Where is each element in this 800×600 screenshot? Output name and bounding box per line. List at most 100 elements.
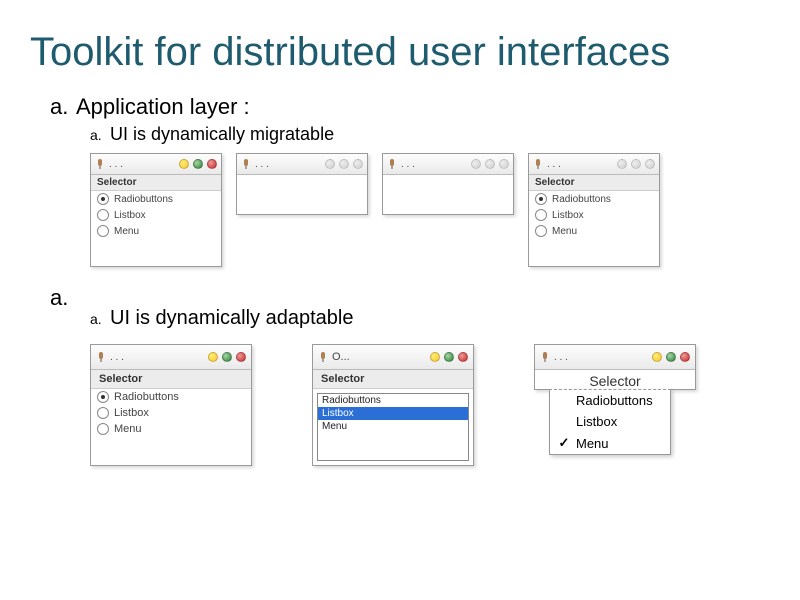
titlebar: . . .	[91, 345, 251, 370]
traffic-light-disabled	[353, 159, 363, 169]
menu-item-label: Menu	[576, 436, 609, 451]
panel-adapt-listbox: O... Selector Radiobuttons Listbox Menu	[312, 344, 474, 466]
radio-label: Listbox	[552, 210, 584, 221]
radio-icon	[535, 193, 547, 205]
titlebar: O...	[313, 345, 473, 370]
traffic-light-disabled	[645, 159, 655, 169]
traffic-light-disabled	[325, 159, 335, 169]
traffic-light-green	[666, 352, 676, 362]
panel-adapt-radiobuttons: . . . Selector Radiobuttons Listbox Menu	[90, 344, 252, 466]
radio-row-radiobuttons[interactable]: Radiobuttons	[91, 191, 221, 207]
panel-selector-target: . . . Selector Radiobuttons Listbox Menu	[528, 153, 660, 267]
menu-item-radiobuttons[interactable]: Radiobuttons	[550, 390, 670, 411]
sub-marker-a: a.	[90, 127, 110, 143]
titlebar-dots: . . .	[547, 159, 613, 170]
radio-label: Listbox	[114, 407, 149, 419]
traffic-light-green	[222, 352, 232, 362]
radio-label: Radiobuttons	[114, 391, 179, 403]
listbox-option-radiobuttons[interactable]: Radiobuttons	[318, 394, 468, 407]
radio-row-menu[interactable]: Menu	[529, 223, 659, 239]
titlebar: . . .	[91, 154, 221, 175]
titlebar-dots: . . .	[109, 159, 175, 170]
traffic-light-disabled	[617, 159, 627, 169]
titlebar: . . .	[383, 154, 513, 175]
radio-icon	[97, 407, 109, 419]
list-marker-a: a.	[50, 94, 76, 120]
sub-item-adaptable: a.UI is dynamically adaptable	[90, 307, 780, 330]
radio-icon	[97, 391, 109, 403]
menu-item-label: Radiobuttons	[576, 393, 653, 408]
radio-icon	[535, 209, 547, 221]
sub-item-migratable: a.UI is dynamically migratable	[90, 124, 780, 145]
radio-row-radiobuttons[interactable]: Radiobuttons	[529, 191, 659, 207]
traffic-light-yellow	[430, 352, 440, 362]
titlebar-dots: . . .	[110, 352, 204, 363]
listbox-option-listbox[interactable]: Listbox	[318, 407, 468, 420]
traffic-light-red	[236, 352, 246, 362]
mic-icon	[540, 351, 550, 363]
radio-label: Radiobuttons	[552, 194, 611, 205]
radio-icon	[97, 209, 109, 221]
traffic-light-yellow	[208, 352, 218, 362]
mic-icon	[318, 351, 328, 363]
listbox-option-menu[interactable]: Menu	[318, 420, 468, 433]
traffic-light-red	[680, 352, 690, 362]
mic-icon	[95, 158, 105, 170]
migratable-panels-row: . . . Selector Radiobuttons Listbox Menu…	[90, 153, 780, 267]
migratable-text: UI is dynamically migratable	[110, 124, 334, 144]
adaptable-panels-row: . . . Selector Radiobuttons Listbox Menu…	[90, 344, 780, 466]
listbox[interactable]: Radiobuttons Listbox Menu	[317, 393, 469, 461]
application-layer-text: Application layer :	[76, 94, 250, 119]
traffic-light-disabled	[631, 159, 641, 169]
panel-selector-source: . . . Selector Radiobuttons Listbox Menu	[90, 153, 222, 267]
adaptable-text: UI is dynamically adaptable	[110, 307, 353, 329]
radio-label: Menu	[114, 226, 139, 237]
section-header-selector: Selector	[91, 175, 221, 191]
section-header-selector: Selector	[91, 370, 251, 389]
radio-label: Menu	[114, 423, 142, 435]
titlebar-dots: . . .	[255, 159, 321, 170]
traffic-light-disabled	[485, 159, 495, 169]
section-header-selector: Selector	[313, 370, 473, 389]
traffic-light-red	[207, 159, 217, 169]
traffic-light-green	[444, 352, 454, 362]
radio-label: Radiobuttons	[114, 194, 173, 205]
radio-label: Listbox	[114, 210, 146, 221]
panel-intermediate-1: . . .	[236, 153, 368, 215]
titlebar-text: O...	[332, 351, 426, 363]
panel-adapt-menu: . . . Selector Radiobuttons Listbox ✓ Me…	[534, 344, 696, 390]
section-header-selector: Selector	[529, 175, 659, 191]
radio-icon	[97, 193, 109, 205]
mic-icon	[387, 158, 397, 170]
radio-row-menu[interactable]: Menu	[91, 223, 221, 239]
menu-item-listbox[interactable]: Listbox	[550, 411, 670, 432]
titlebar-dots: . . .	[554, 352, 648, 363]
traffic-light-green	[193, 159, 203, 169]
list-item-application-layer: a.Application layer :	[50, 94, 780, 120]
mic-icon	[533, 158, 543, 170]
titlebar: . . .	[237, 154, 367, 175]
radio-label: Menu	[552, 226, 577, 237]
menu-item-label: Listbox	[576, 414, 617, 429]
titlebar: . . .	[529, 154, 659, 175]
radio-row-menu[interactable]: Menu	[91, 421, 251, 437]
radio-icon	[535, 225, 547, 237]
check-icon: ✓	[558, 435, 570, 451]
mic-icon	[96, 351, 106, 363]
menu-popup: Radiobuttons Listbox ✓ Menu	[549, 389, 671, 455]
traffic-light-yellow	[179, 159, 189, 169]
traffic-light-yellow	[652, 352, 662, 362]
radio-row-radiobuttons[interactable]: Radiobuttons	[91, 389, 251, 405]
panel-intermediate-2: . . .	[382, 153, 514, 215]
radio-row-listbox[interactable]: Listbox	[529, 207, 659, 223]
radio-row-listbox[interactable]: Listbox	[91, 207, 221, 223]
traffic-light-disabled	[471, 159, 481, 169]
sub-marker-a: a.	[90, 311, 110, 327]
mic-icon	[241, 158, 251, 170]
radio-row-listbox[interactable]: Listbox	[91, 405, 251, 421]
radio-icon	[97, 225, 109, 237]
slide-title: Toolkit for distributed user interfaces	[30, 30, 780, 74]
menu-item-menu[interactable]: ✓ Menu	[550, 432, 670, 454]
traffic-light-disabled	[499, 159, 509, 169]
radio-icon	[97, 423, 109, 435]
